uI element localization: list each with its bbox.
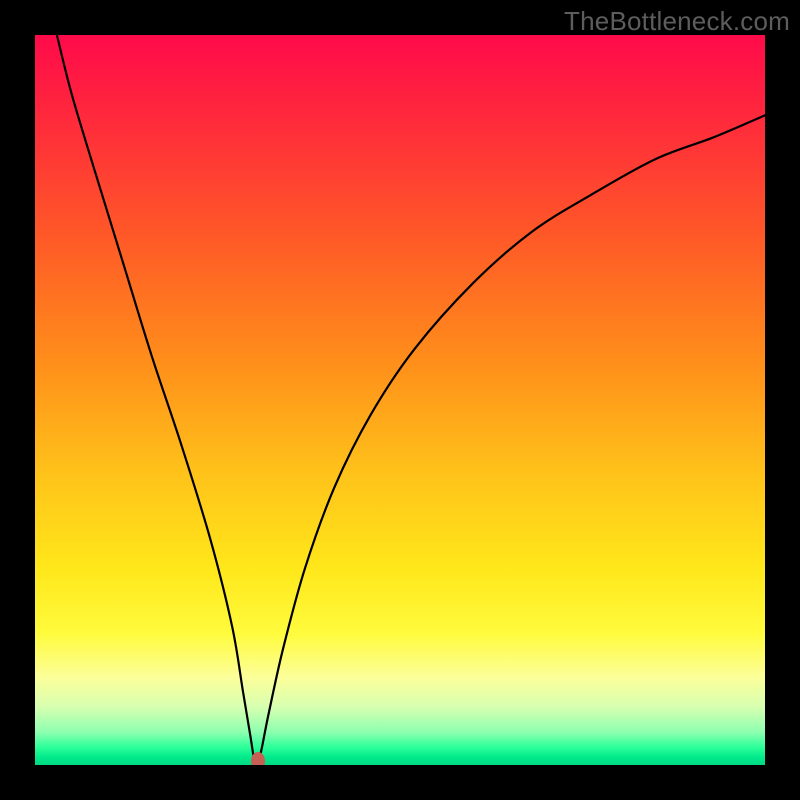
chart-frame: TheBottleneck.com xyxy=(0,0,800,800)
watermark-text: TheBottleneck.com xyxy=(564,6,790,37)
plot-area xyxy=(35,35,765,765)
bottleneck-curve xyxy=(35,35,765,765)
optimal-point-marker xyxy=(251,752,265,765)
